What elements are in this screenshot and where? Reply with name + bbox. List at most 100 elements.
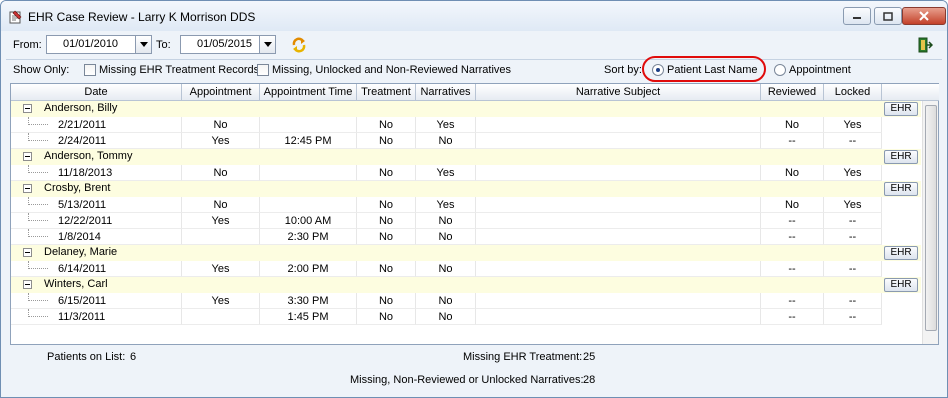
cell-treatment: No	[357, 213, 416, 229]
show-only-label: Show Only:	[13, 64, 70, 76]
cell-appointment: No	[182, 197, 260, 213]
column-header-reviewed[interactable]: Reviewed	[761, 84, 824, 101]
column-header-date[interactable]: Date	[11, 84, 182, 101]
cell-narratives: No	[416, 229, 476, 245]
from-label: From:	[13, 39, 42, 51]
missing-narratives-summary-label: Missing, Non-Reviewed or Unlocked Narrat…	[350, 374, 584, 386]
cell-date: 6/14/2011	[11, 261, 182, 277]
maximize-button[interactable]	[874, 7, 902, 25]
cell-time: 3:30 PM	[260, 293, 357, 309]
cell-narratives: No	[416, 261, 476, 277]
table-row[interactable]: 5/13/2011 No No Yes No Yes	[11, 197, 921, 213]
cell-narratives: No	[416, 293, 476, 309]
collapse-icon[interactable]	[23, 248, 32, 257]
ehr-button[interactable]: EHR	[884, 182, 918, 196]
cell-reviewed: --	[761, 229, 824, 245]
collapse-icon[interactable]	[23, 280, 32, 289]
cell-time: 2:30 PM	[260, 229, 357, 245]
patient-group-row[interactable]: Crosby, Brent EHR	[11, 181, 921, 197]
cell-appointment: Yes	[182, 293, 260, 309]
close-button[interactable]	[902, 7, 946, 25]
collapse-icon[interactable]	[23, 104, 32, 113]
missing-ehr-treatment-value: 25	[583, 351, 596, 363]
ehr-button[interactable]: EHR	[884, 246, 918, 260]
cell-narratives: No	[416, 309, 476, 325]
patients-on-list-label: Patients on List:	[47, 351, 126, 363]
cell-treatment: No	[357, 133, 416, 149]
cell-date: 12/22/2011	[11, 213, 182, 229]
column-header-appointment-time[interactable]: Appointment Time	[260, 84, 357, 101]
cell-subject	[476, 133, 761, 149]
cell-locked: --	[824, 133, 882, 149]
column-header-appointment[interactable]: Appointment	[182, 84, 260, 101]
column-header-locked[interactable]: Locked	[824, 84, 882, 101]
table-row[interactable]: 11/18/2013 No No Yes No Yes	[11, 165, 921, 181]
highlight-annotation	[642, 56, 766, 82]
ehr-button[interactable]: EHR	[884, 278, 918, 292]
missing-ehr-treatment-label: Missing EHR Treatment:	[463, 351, 583, 363]
cell-subject	[476, 117, 761, 133]
table-row[interactable]: 2/24/2011 Yes 12:45 PM No No -- --	[11, 133, 921, 149]
table-row[interactable]: 2/21/2011 No No Yes No Yes	[11, 117, 921, 133]
chevron-down-icon	[263, 42, 272, 47]
cell-appointment	[182, 229, 260, 245]
cell-time: 1:45 PM	[260, 309, 357, 325]
to-date-dropdown[interactable]	[259, 35, 276, 54]
from-date-dropdown[interactable]	[135, 35, 152, 54]
vertical-scrollbar[interactable]	[922, 101, 938, 344]
patient-group-row[interactable]: Anderson, Billy EHR	[11, 101, 921, 117]
refresh-icon[interactable]	[290, 36, 308, 54]
cell-reviewed: --	[761, 261, 824, 277]
missing-ehr-checkbox[interactable]	[84, 64, 96, 76]
table-row[interactable]: 12/22/2011 Yes 10:00 AM No No -- --	[11, 213, 921, 229]
table-row[interactable]: 1/8/2014 2:30 PM No No -- --	[11, 229, 921, 245]
cell-narratives: No	[416, 133, 476, 149]
patient-name: Crosby, Brent	[44, 182, 111, 194]
cell-date: 2/24/2011	[11, 133, 182, 149]
cell-date: 6/15/2011	[11, 293, 182, 309]
table-row[interactable]: 11/3/2011 1:45 PM No No -- --	[11, 309, 921, 325]
patient-group-row[interactable]: Winters, Carl EHR	[11, 277, 921, 293]
missing-narratives-summary-value: 28	[583, 374, 596, 386]
cell-treatment: No	[357, 229, 416, 245]
cell-locked: Yes	[824, 165, 882, 181]
sort-appointment-label: Appointment	[789, 64, 851, 76]
column-header-narrative-subject[interactable]: Narrative Subject	[476, 84, 761, 101]
patient-name: Delaney, Marie	[44, 246, 118, 258]
exit-door-icon[interactable]	[917, 37, 933, 53]
maximize-icon	[883, 11, 893, 21]
title-bar: EHR Case Review - Larry K Morrison DDS	[1, 1, 947, 31]
cell-locked: --	[824, 261, 882, 277]
table-row[interactable]: 6/14/2011 Yes 2:00 PM No No -- --	[11, 261, 921, 277]
cell-appointment: No	[182, 117, 260, 133]
cell-treatment: No	[357, 261, 416, 277]
patient-group-row[interactable]: Delaney, Marie EHR	[11, 245, 921, 261]
cell-locked: Yes	[824, 117, 882, 133]
column-header-treatment[interactable]: Treatment	[357, 84, 416, 101]
patient-group-row[interactable]: Anderson, Tommy EHR	[11, 149, 921, 165]
cell-time: 2:00 PM	[260, 261, 357, 277]
ehr-button[interactable]: EHR	[884, 150, 918, 164]
column-header-ehr	[882, 84, 939, 101]
ehr-case-review-window: EHR Case Review - Larry K Morrison DDS F…	[0, 0, 948, 398]
window-app-icon	[9, 10, 22, 24]
cell-time	[260, 197, 357, 213]
cell-locked: Yes	[824, 197, 882, 213]
cell-locked: --	[824, 309, 882, 325]
missing-narratives-checkbox[interactable]	[257, 64, 269, 76]
minimize-button[interactable]	[843, 7, 871, 25]
cell-appointment: Yes	[182, 133, 260, 149]
from-date-field[interactable]: 01/01/2010	[46, 35, 136, 54]
cell-time	[260, 117, 357, 133]
scrollbar-thumb[interactable]	[925, 105, 937, 331]
cell-time	[260, 165, 357, 181]
column-header-narratives[interactable]: Narratives	[416, 84, 476, 101]
collapse-icon[interactable]	[23, 152, 32, 161]
cell-treatment: No	[357, 309, 416, 325]
to-date-field[interactable]: 01/05/2015	[180, 35, 260, 54]
cell-narratives: No	[416, 213, 476, 229]
table-row[interactable]: 6/15/2011 Yes 3:30 PM No No -- --	[11, 293, 921, 309]
collapse-icon[interactable]	[23, 184, 32, 193]
sort-appointment-radio[interactable]	[774, 64, 786, 76]
ehr-button[interactable]: EHR	[884, 102, 918, 116]
